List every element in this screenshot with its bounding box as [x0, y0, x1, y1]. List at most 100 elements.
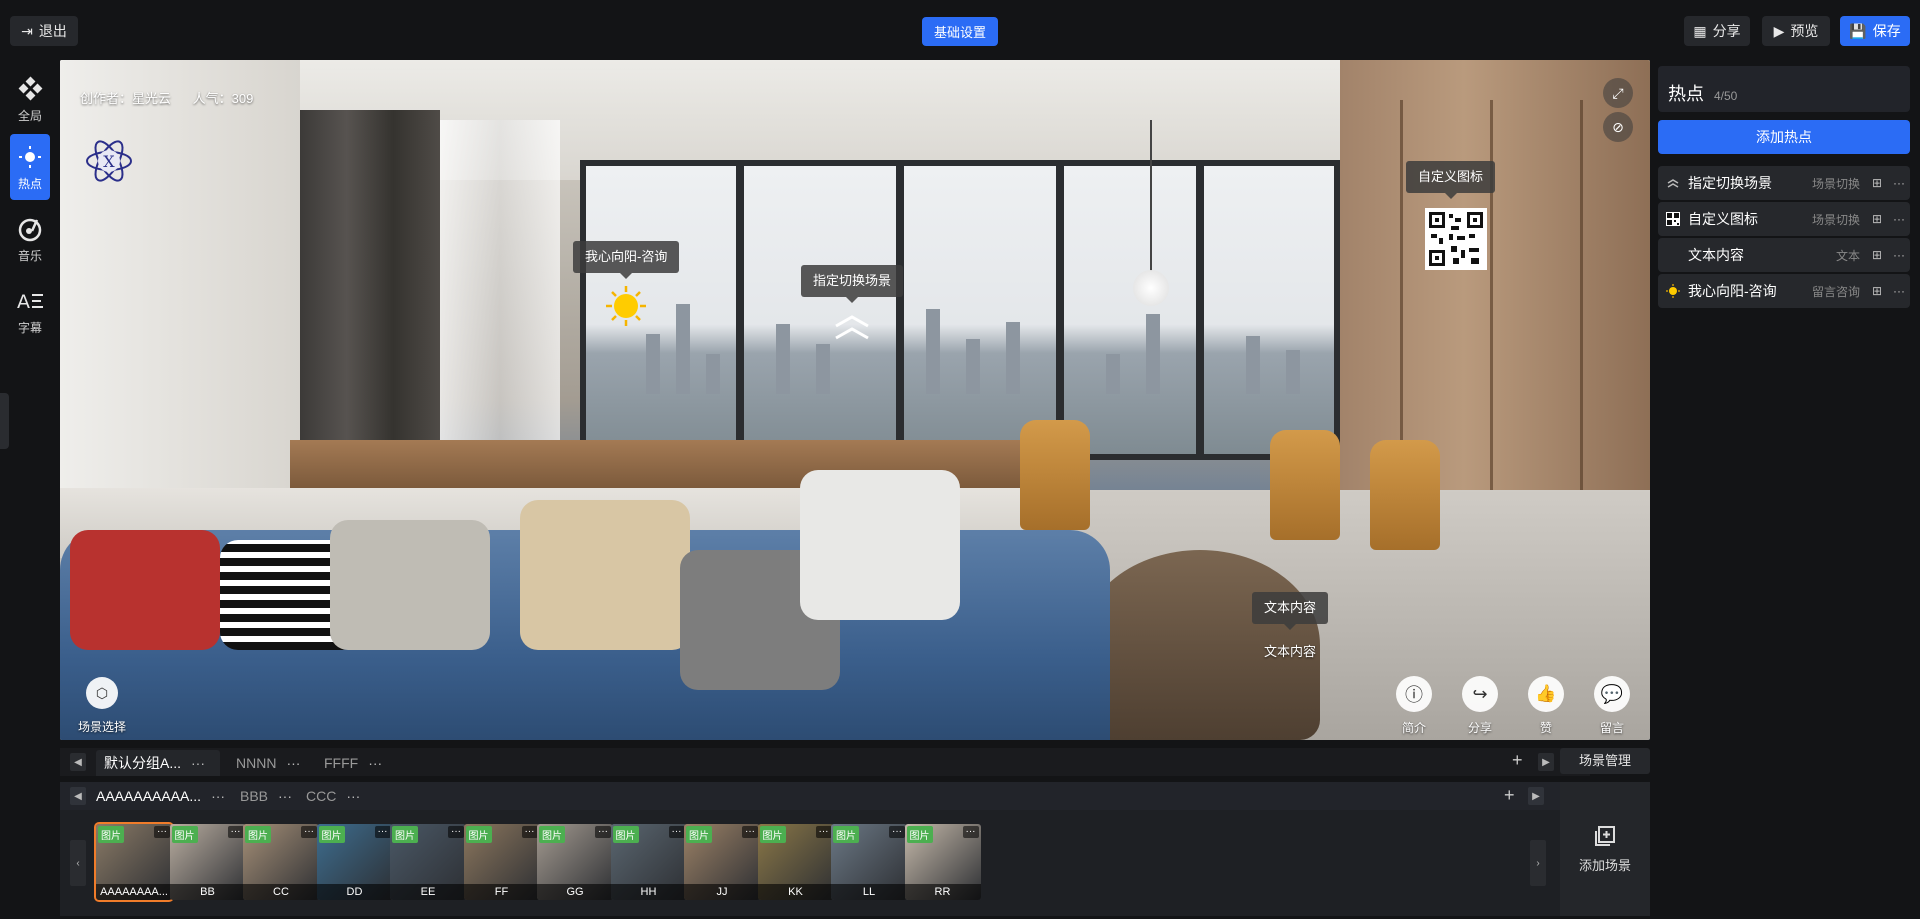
add-group-icon[interactable]: + — [1512, 750, 1523, 771]
scene-thumbnail[interactable]: 图片 ··· FF — [463, 824, 540, 900]
expand-icon: ⤢ — [1612, 84, 1624, 101]
scene-thumbnail[interactable]: 图片 ··· GG — [537, 824, 613, 900]
hotspot-scene-switch-tooltip[interactable]: 指定切换场景 — [801, 265, 904, 303]
exit-button[interactable]: ⇥ 退出 — [10, 16, 78, 46]
hotspot-list-item[interactable]: 指定切换场景 场景切换 ⊞ ··· — [1658, 166, 1910, 200]
more-icon[interactable]: ··· — [191, 755, 205, 771]
scene-thumbnail[interactable]: 图片 ··· HH — [610, 824, 687, 900]
fullscreen-button[interactable]: ⤢ — [1603, 78, 1633, 108]
nav-music[interactable]: 音乐 — [10, 206, 50, 272]
scene-type-tag: 图片 — [759, 826, 786, 843]
scene-thumbnail[interactable]: 图片 ··· EE — [390, 824, 466, 900]
chevron-up-icon[interactable] — [830, 312, 874, 342]
top-bar: ⇥ 退出 基础设置 ▦ 分享 ▶ 预览 💾 保存 — [0, 0, 1920, 60]
edit-icon[interactable]: ⊞ — [1866, 284, 1888, 298]
save-label: 保存 — [1872, 23, 1901, 39]
more-icon[interactable]: ··· — [227, 826, 244, 838]
intro-button[interactable]: ⓘ — [1396, 676, 1432, 712]
more-icon[interactable]: ··· — [1888, 284, 1910, 298]
more-icon[interactable]: ··· — [1888, 212, 1910, 226]
message-button[interactable]: 💬 — [1594, 676, 1630, 712]
hotspot-list-item[interactable]: 自定义图标 场景切换 ⊞ ··· — [1658, 202, 1910, 236]
group-prev-button[interactable]: ◀ — [70, 753, 86, 771]
thumbs-next-button[interactable]: › — [1530, 840, 1546, 886]
basic-settings-button[interactable]: 基础设置 — [922, 17, 998, 46]
edit-icon[interactable]: ⊞ — [1866, 248, 1888, 262]
group-next-button[interactable]: ▶ — [1538, 753, 1554, 771]
preview-button[interactable]: ▶ 预览 — [1762, 16, 1830, 46]
subgroup-prev-button[interactable]: ◀ — [70, 787, 86, 805]
scene-thumbnail[interactable]: 图片 ··· KK — [757, 824, 834, 900]
add-subgroup-icon[interactable]: + — [1504, 785, 1515, 806]
more-icon[interactable]: ··· — [815, 826, 832, 838]
more-icon[interactable]: ··· — [595, 826, 611, 838]
more-icon[interactable]: ··· — [368, 755, 382, 771]
edit-icon[interactable]: ⊞ — [1866, 212, 1888, 226]
more-icon[interactable]: ··· — [346, 788, 360, 804]
scene-thumbnail[interactable]: 图片 ··· AAAAAAAA... — [94, 822, 174, 902]
hotspot-list-item[interactable]: 文本内容 文本 ⊞ ··· — [1658, 238, 1910, 272]
more-icon[interactable]: ··· — [668, 826, 685, 838]
more-icon[interactable]: ··· — [154, 826, 170, 838]
more-icon[interactable]: ··· — [1888, 176, 1910, 190]
subgroup-tab[interactable]: CCC ··· — [306, 782, 360, 810]
more-icon[interactable]: ··· — [374, 826, 391, 838]
like-button[interactable]: 👍 — [1528, 676, 1564, 712]
more-icon[interactable]: ··· — [962, 826, 979, 838]
share-button[interactable]: ▦ 分享 — [1684, 16, 1750, 46]
scene-thumbnail[interactable]: 图片 ··· DD — [316, 824, 393, 900]
gyro-toggle-button[interactable]: ⊘ — [1603, 112, 1633, 142]
thumbs-prev-button[interactable]: ‹ — [70, 840, 86, 886]
hotspot-text-plain[interactable]: 文本内容 — [1264, 641, 1316, 660]
scene-name: DD — [316, 884, 393, 900]
panorama-viewer[interactable]: 创作者：星光云 人气：309 X ⤢ ⊘ 我心向阳-咨询 指定切换场景 自定义图… — [60, 60, 1650, 740]
edit-icon[interactable]: ⊞ — [1866, 176, 1888, 190]
nav-global[interactable]: 全局 — [10, 66, 50, 132]
scene-thumbnail[interactable]: 图片 ··· RR — [904, 824, 981, 900]
hotspot-text-tooltip[interactable]: 文本内容 — [1252, 592, 1329, 630]
scene-thumbnail[interactable]: 图片 ··· BB — [169, 824, 246, 900]
add-scene-button[interactable]: 添加场景 — [1560, 782, 1650, 916]
share-label: 分享 — [1712, 23, 1741, 39]
more-icon[interactable]: ··· — [448, 826, 464, 838]
info-icon: ⓘ — [1405, 685, 1423, 705]
sun-icon[interactable] — [604, 284, 648, 328]
more-icon[interactable]: ··· — [1888, 248, 1910, 262]
scene-chair — [1370, 440, 1440, 550]
more-icon[interactable]: ··· — [278, 788, 292, 804]
hotspot-item-type: 留言咨询 — [1811, 284, 1860, 299]
scene-thumbnail[interactable]: 图片 ··· JJ — [684, 824, 760, 900]
more-icon[interactable]: ··· — [211, 788, 225, 804]
share-action-label: 分享 — [1467, 721, 1492, 735]
side-collapse-handle[interactable] — [0, 393, 9, 449]
more-icon[interactable]: ··· — [521, 826, 538, 838]
group-tab[interactable]: FFFF ··· — [316, 750, 396, 776]
scene-management-tab[interactable]: 场景管理 — [1560, 748, 1650, 774]
group-tab[interactable]: NNNN ··· — [228, 750, 308, 776]
more-icon[interactable]: ··· — [742, 826, 758, 838]
qr-code-icon[interactable] — [1425, 208, 1487, 270]
scene-pillow — [800, 470, 960, 620]
scene-thumbnail[interactable]: 图片 ··· LL — [831, 824, 907, 900]
hotspot-consult-tooltip[interactable]: 我心向阳-咨询 — [573, 241, 680, 279]
subgroup-tab[interactable]: BBB ··· — [240, 782, 292, 810]
nav-hotspot[interactable]: 热点 — [10, 134, 50, 200]
group-tab[interactable]: 默认分组A... ··· — [96, 750, 220, 776]
group-tab-label: NNNN — [236, 755, 277, 771]
scene-thumbnail[interactable]: 图片 ··· CC — [243, 824, 319, 900]
add-scene-label: 添加场景 — [1578, 857, 1631, 873]
share-action-button[interactable]: ↪ — [1462, 676, 1498, 712]
save-button[interactable]: 💾 保存 — [1840, 16, 1910, 46]
more-icon[interactable]: ··· — [301, 826, 317, 838]
hotspot-item-type: 场景切换 — [1811, 176, 1860, 191]
scene-select-button[interactable]: ⬡ — [86, 677, 118, 709]
scene-type-tag: 图片 — [318, 826, 345, 843]
subgroup-next-button[interactable]: ▶ — [1528, 787, 1544, 805]
more-icon[interactable]: ··· — [889, 826, 905, 838]
subgroup-tab[interactable]: AAAAAAAAAA... ··· — [96, 782, 225, 810]
more-icon[interactable]: ··· — [286, 755, 300, 771]
nav-subtitle[interactable]: A 字幕 — [10, 278, 50, 344]
hotspot-list-item[interactable]: 我心向阳-咨询 留言咨询 ⊞ ··· — [1658, 274, 1910, 308]
hotspot-custom-icon-tooltip[interactable]: 自定义图标 — [1406, 161, 1496, 199]
add-hotspot-button[interactable]: 添加热点 — [1658, 120, 1910, 154]
